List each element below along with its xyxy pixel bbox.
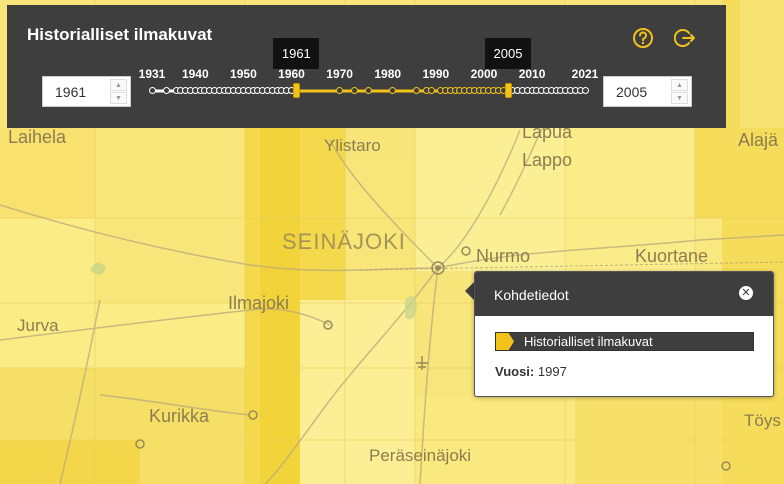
- tick-label: 1950: [230, 67, 257, 81]
- tick-label: 1960: [278, 67, 305, 81]
- year-value: 1997: [537, 364, 567, 379]
- place-label-kurikka: Kurikka: [149, 406, 210, 426]
- popup-title: Kohdetiedot: [494, 287, 569, 303]
- end-year-spinner[interactable]: ▲ ▼: [603, 76, 692, 107]
- year-bead[interactable]: [427, 87, 435, 94]
- tick-label: 1970: [326, 67, 353, 81]
- place-label-peraseinajoki: Peräseinäjoki: [369, 446, 472, 465]
- feature-info-popup: Kohdetiedot ✕ Historialliset ilmakuvat V…: [474, 271, 774, 397]
- end-year-decrement-button[interactable]: ▼: [671, 92, 688, 104]
- tick-label: 1980: [374, 67, 402, 81]
- tick-label: 2000: [470, 67, 498, 81]
- year-bead[interactable]: [365, 87, 372, 94]
- year-bead[interactable]: [389, 87, 397, 94]
- close-icon[interactable]: ✕: [739, 286, 753, 300]
- place-label-ylistaro: Ylistaro: [324, 136, 381, 155]
- place-label-lappo: Lappo: [522, 150, 573, 170]
- year-row: Vuosi: 1997: [495, 364, 567, 379]
- place-label-jurva: Jurva: [17, 316, 59, 335]
- year-bead[interactable]: [162, 87, 170, 94]
- end-year-input[interactable]: [604, 77, 670, 106]
- end-year-tooltip: 2005: [485, 38, 532, 69]
- place-label-nurmo: Nurmo: [476, 246, 531, 266]
- popup-header: Kohdetiedot ✕: [475, 272, 773, 316]
- place-label-alaja: Alajä: [738, 130, 779, 150]
- layer-name: Historialliset ilmakuvat: [524, 334, 653, 349]
- end-year-increment-button[interactable]: ▲: [671, 79, 688, 91]
- year-bead[interactable]: [350, 87, 358, 94]
- layer-color-swatch: [496, 333, 514, 350]
- year-bead[interactable]: [148, 87, 156, 94]
- start-year-tooltip: 1961: [273, 38, 320, 69]
- place-label-seinajoki: SEINÄJOKI: [282, 229, 406, 254]
- place-label-kuortane: Kuortane: [635, 246, 709, 266]
- place-label-laihela: Laihela: [8, 127, 67, 147]
- tick-label: 1990: [422, 67, 450, 81]
- slider-track: [152, 89, 585, 93]
- end-year-handle[interactable]: [504, 83, 512, 98]
- tick-label: 2010: [518, 67, 546, 81]
- tick-label: 1931: [138, 67, 166, 81]
- year-range-slider[interactable]: 1931 1940 1950 1960 1970 1980 1990 2000 2010 2021…: [7, 5, 726, 128]
- time-slider-panel: Historialliset ilmakuvat ▲ ▼ 19311940195…: [7, 5, 726, 128]
- start-year-handle[interactable]: [292, 83, 300, 98]
- tick-label: 1940: [181, 67, 209, 81]
- place-label-toys: Töys: [744, 411, 781, 430]
- tick-label: 2021: [571, 67, 599, 81]
- place-label-ilmajoki: Ilmajoki: [228, 293, 290, 313]
- layer-tag[interactable]: Historialliset ilmakuvat: [495, 332, 754, 351]
- year-bead[interactable]: [581, 87, 589, 94]
- year-label: Vuosi:: [495, 364, 535, 379]
